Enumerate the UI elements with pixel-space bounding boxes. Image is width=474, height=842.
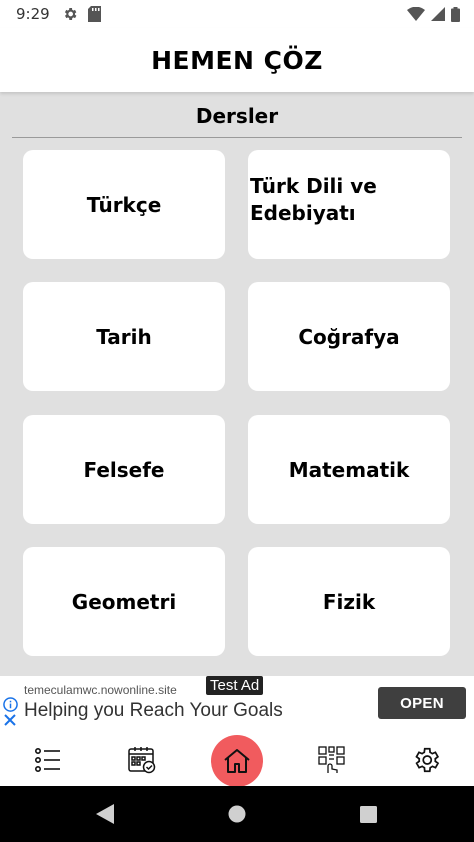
status-left-icons xyxy=(62,6,101,22)
home-icon xyxy=(224,749,250,773)
lesson-card-geometri[interactable]: Geometri xyxy=(23,547,225,656)
lesson-card-label: Türk Dili ve Edebiyatı xyxy=(250,173,377,225)
nav-home-button[interactable] xyxy=(211,735,263,787)
lesson-card-fizik[interactable]: Fizik xyxy=(248,547,450,656)
lesson-card-label: Coğrafya xyxy=(298,324,400,349)
quiz-icon xyxy=(318,746,345,773)
lesson-card-label: Felsefe xyxy=(83,457,165,482)
lesson-card-felsefe[interactable]: Felsefe xyxy=(23,415,225,524)
lesson-card-cografya[interactable]: Coğrafya xyxy=(248,282,450,391)
sd-card-icon xyxy=(87,6,101,22)
lesson-card-label: Tarih xyxy=(96,324,152,349)
close-icon[interactable] xyxy=(3,713,17,727)
system-home-button[interactable] xyxy=(223,800,251,828)
ad-domain: temeculamwc.nowonline.site xyxy=(24,683,177,697)
list-icon xyxy=(34,747,60,772)
home-circle-icon xyxy=(228,805,246,823)
status-right-icons xyxy=(407,6,460,22)
page-title: HEMEN ÇÖZ xyxy=(151,45,323,75)
lesson-card-label: Matematik xyxy=(288,457,410,482)
wifi-icon xyxy=(407,7,425,21)
system-nav-bar xyxy=(0,786,474,842)
section-title: Dersler xyxy=(195,104,279,128)
lesson-card-label: Fizik xyxy=(322,589,376,614)
signal-icon xyxy=(431,7,445,21)
lesson-card-turk-dili-ve-edebiyati[interactable]: Türk Dili ve Edebiyatı xyxy=(248,150,450,259)
lesson-card-label: Türkçe xyxy=(86,192,162,217)
system-recents-button[interactable] xyxy=(354,800,382,828)
back-icon xyxy=(96,804,114,824)
nav-list-button[interactable] xyxy=(26,738,70,782)
ad-headline[interactable]: Helping you Reach Your Goals xyxy=(24,700,283,722)
status-bar: 9:29 xyxy=(0,0,474,28)
recents-icon xyxy=(359,805,377,823)
lesson-card-tarih[interactable]: Tarih xyxy=(23,282,225,391)
ad-badge: Test Ad xyxy=(206,676,264,695)
battery-icon xyxy=(451,6,460,22)
section-divider xyxy=(12,137,462,138)
gear-icon xyxy=(64,8,77,20)
info-icon[interactable] xyxy=(3,697,18,712)
nav-calendar-button[interactable] xyxy=(120,738,164,782)
status-time: 9:29 xyxy=(16,5,50,23)
nav-quiz-button[interactable] xyxy=(310,738,354,782)
app-header: HEMEN ÇÖZ xyxy=(0,28,474,92)
lesson-card-matematik[interactable]: Matematik xyxy=(248,415,450,524)
ad-banner[interactable]: temeculamwc.nowonline.site Test Ad Helpi… xyxy=(0,676,474,734)
ad-open-button[interactable]: OPEN xyxy=(378,687,466,719)
lesson-card-turkce[interactable]: Türkçe xyxy=(23,150,225,259)
settings-icon xyxy=(415,747,440,773)
nav-settings-button[interactable] xyxy=(404,738,448,782)
bottom-nav xyxy=(0,734,474,787)
lessons-panel: Dersler Türkçe Türk Dili ve Edebiyatı Ta… xyxy=(0,92,474,676)
lesson-card-label: Geometri xyxy=(71,589,177,614)
system-back-button[interactable] xyxy=(91,800,119,828)
calendar-icon xyxy=(128,747,156,774)
